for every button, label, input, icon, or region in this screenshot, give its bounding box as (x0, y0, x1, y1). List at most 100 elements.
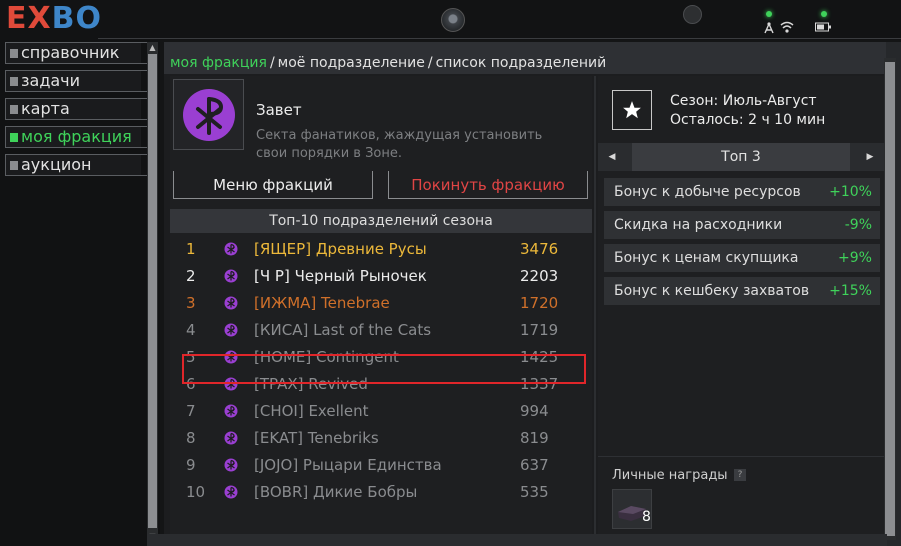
sidebar-item-label: аукцион (21, 155, 92, 174)
table-row[interactable]: 1 [ЯЩЕР] Древние Русы 3476 (170, 236, 592, 263)
row-name: [ИЖМА] Tenebrae (254, 294, 390, 312)
faction-emblem-icon (224, 269, 238, 283)
left-scrollbar[interactable]: ▲ ▼ (147, 42, 158, 542)
faction-emblem-icon (224, 458, 238, 472)
sidebar-item-label: карта (21, 99, 70, 118)
faction-emblem-icon (224, 296, 238, 310)
bonus-label: Бонус к кешбеку захватов (614, 283, 810, 299)
season-remaining: Осталось: 2 ч 10 мин (670, 112, 826, 128)
row-rank: 10 (186, 483, 206, 501)
bullet-icon (10, 49, 18, 58)
next-arrow-icon[interactable]: ▶ (856, 143, 884, 171)
breadcrumb-my-faction[interactable]: моя фракция (170, 55, 267, 71)
row-score: 1719 (520, 321, 559, 339)
sidebar-item-label: моя фракция (21, 127, 132, 146)
right-scrollbar[interactable] (884, 58, 896, 540)
wifi-icon (780, 21, 794, 33)
rewards-title: Личные награды (612, 468, 728, 483)
table-row[interactable]: 3 [ИЖМА] Tenebrae 1720 (170, 290, 592, 317)
row-score: 637 (520, 456, 549, 474)
row-name: [КИСА] Last of the Cats (254, 321, 432, 339)
breadcrumb-division-list[interactable]: список подразделений (436, 55, 607, 71)
table-row[interactable]: 8 [EKAT] Tenebriks 819 (170, 425, 592, 452)
faction-emblem-icon (224, 431, 238, 445)
chi-rho-emblem-icon (173, 79, 244, 150)
row-rank: 4 (186, 321, 196, 339)
table-row[interactable]: 7 [CHOI] Exellent 994 (170, 398, 592, 425)
sidebar-item-reference[interactable]: справочник (5, 42, 151, 64)
status-light-icon (821, 11, 827, 17)
bonus-value: +15% (829, 283, 872, 299)
selected-row-highlight (182, 354, 586, 384)
bullet-icon (10, 105, 18, 114)
leave-faction-button[interactable]: Покинуть фракцию (388, 171, 588, 199)
faction-panel: Завет Секта фанатиков, жаждущая установи… (170, 76, 592, 546)
bonus-label: Бонус к добыче ресурсов (614, 184, 801, 200)
scroll-up-icon[interactable]: ▲ (147, 42, 158, 53)
bonus-item: Бонус к добыче ресурсов +10% (604, 178, 880, 206)
row-score: 819 (520, 429, 549, 447)
row-rank: 7 (186, 402, 196, 420)
scrollbar-thumb[interactable] (148, 54, 157, 528)
row-name: [CHOI] Exellent (254, 402, 369, 420)
center-indicator-icon (441, 8, 465, 32)
sidebar-item-auction[interactable]: аукцион (5, 154, 151, 176)
breadcrumb: моя фракция / моё подразделение / список под… (164, 42, 886, 74)
help-icon[interactable]: ? (734, 469, 746, 481)
table-row[interactable]: 9 [JOJO] Рыцари Единства 637 (170, 452, 592, 479)
round-indicator-icon (683, 5, 702, 24)
row-rank: 2 (186, 267, 196, 285)
breadcrumb-my-division[interactable]: моё подразделение (278, 55, 425, 71)
faction-emblem-icon (224, 485, 238, 499)
row-name: [BOBR] Дикие Бобры (254, 483, 418, 501)
season-panel: Сезон: Июль-Август Осталось: 2 ч 10 мин … (598, 76, 884, 546)
antenna-icon (764, 22, 774, 34)
table-row[interactable]: 4 [КИСА] Last of the Cats 1719 (170, 317, 592, 344)
breadcrumb-separator: / (427, 55, 433, 71)
scrollbar-thumb[interactable] (885, 62, 895, 536)
bullet-icon (10, 133, 18, 142)
faction-emblem-icon (224, 242, 238, 256)
bonus-item: Бонус к кешбеку захватов +15% (604, 277, 880, 305)
breadcrumb-separator: / (269, 55, 275, 71)
row-name: [EKAT] Tenebriks (254, 429, 379, 447)
battery-icon (815, 22, 831, 32)
sidebar-item-label: справочник (21, 43, 120, 62)
row-rank: 3 (186, 294, 196, 312)
bonus-label: Скидка на расходники (614, 217, 783, 233)
main-panel: моя фракция / моё подразделение / список под… (164, 42, 886, 546)
top-bar: EXBO (0, 0, 901, 40)
sidebar: справочник задачи карта моя фракция аукц… (0, 40, 160, 546)
sidebar-item-label: задачи (21, 71, 81, 90)
sidebar-item-tasks[interactable]: задачи (5, 70, 151, 92)
bonus-value: -9% (844, 217, 872, 233)
star-icon (612, 90, 652, 130)
bullet-icon (10, 77, 18, 86)
bonus-value: +10% (829, 184, 872, 200)
row-score: 994 (520, 402, 549, 420)
leaderboard-title: Топ-10 подразделений сезона (170, 209, 592, 233)
previous-arrow-icon[interactable]: ◀ (598, 143, 626, 171)
top-selector: ◀ Топ 3 ▶ (598, 143, 884, 171)
bonus-value: +9% (838, 250, 872, 266)
bullet-icon (10, 161, 18, 170)
row-score: 535 (520, 483, 549, 501)
faction-emblem-icon (224, 323, 238, 337)
app-logo: EXBO (6, 1, 102, 36)
faction-name: Завет (256, 101, 302, 119)
table-row[interactable]: 2 [Ч Р] Черный Рыночек 2203 (170, 263, 592, 290)
sidebar-item-my-faction[interactable]: моя фракция (5, 126, 151, 148)
bonus-item: Скидка на расходники -9% (604, 211, 880, 239)
row-score: 1720 (520, 294, 559, 312)
sidebar-item-map[interactable]: карта (5, 98, 151, 120)
row-rank: 1 (186, 240, 196, 258)
table-row[interactable]: 10 [BOBR] Дикие Бобры 535 (170, 479, 592, 506)
bonus-label: Бонус к ценам скупщика (614, 250, 799, 266)
row-rank: 8 (186, 429, 196, 447)
row-name: [JOJO] Рыцари Единства (254, 456, 442, 474)
faction-description: Секта фанатиков, жаждущая установить сво… (256, 128, 543, 161)
row-name: [Ч Р] Черный Рыночек (254, 267, 427, 285)
faction-menu-button[interactable]: Меню фракций (173, 171, 373, 199)
row-rank: 9 (186, 456, 196, 474)
row-score: 2203 (520, 267, 559, 285)
